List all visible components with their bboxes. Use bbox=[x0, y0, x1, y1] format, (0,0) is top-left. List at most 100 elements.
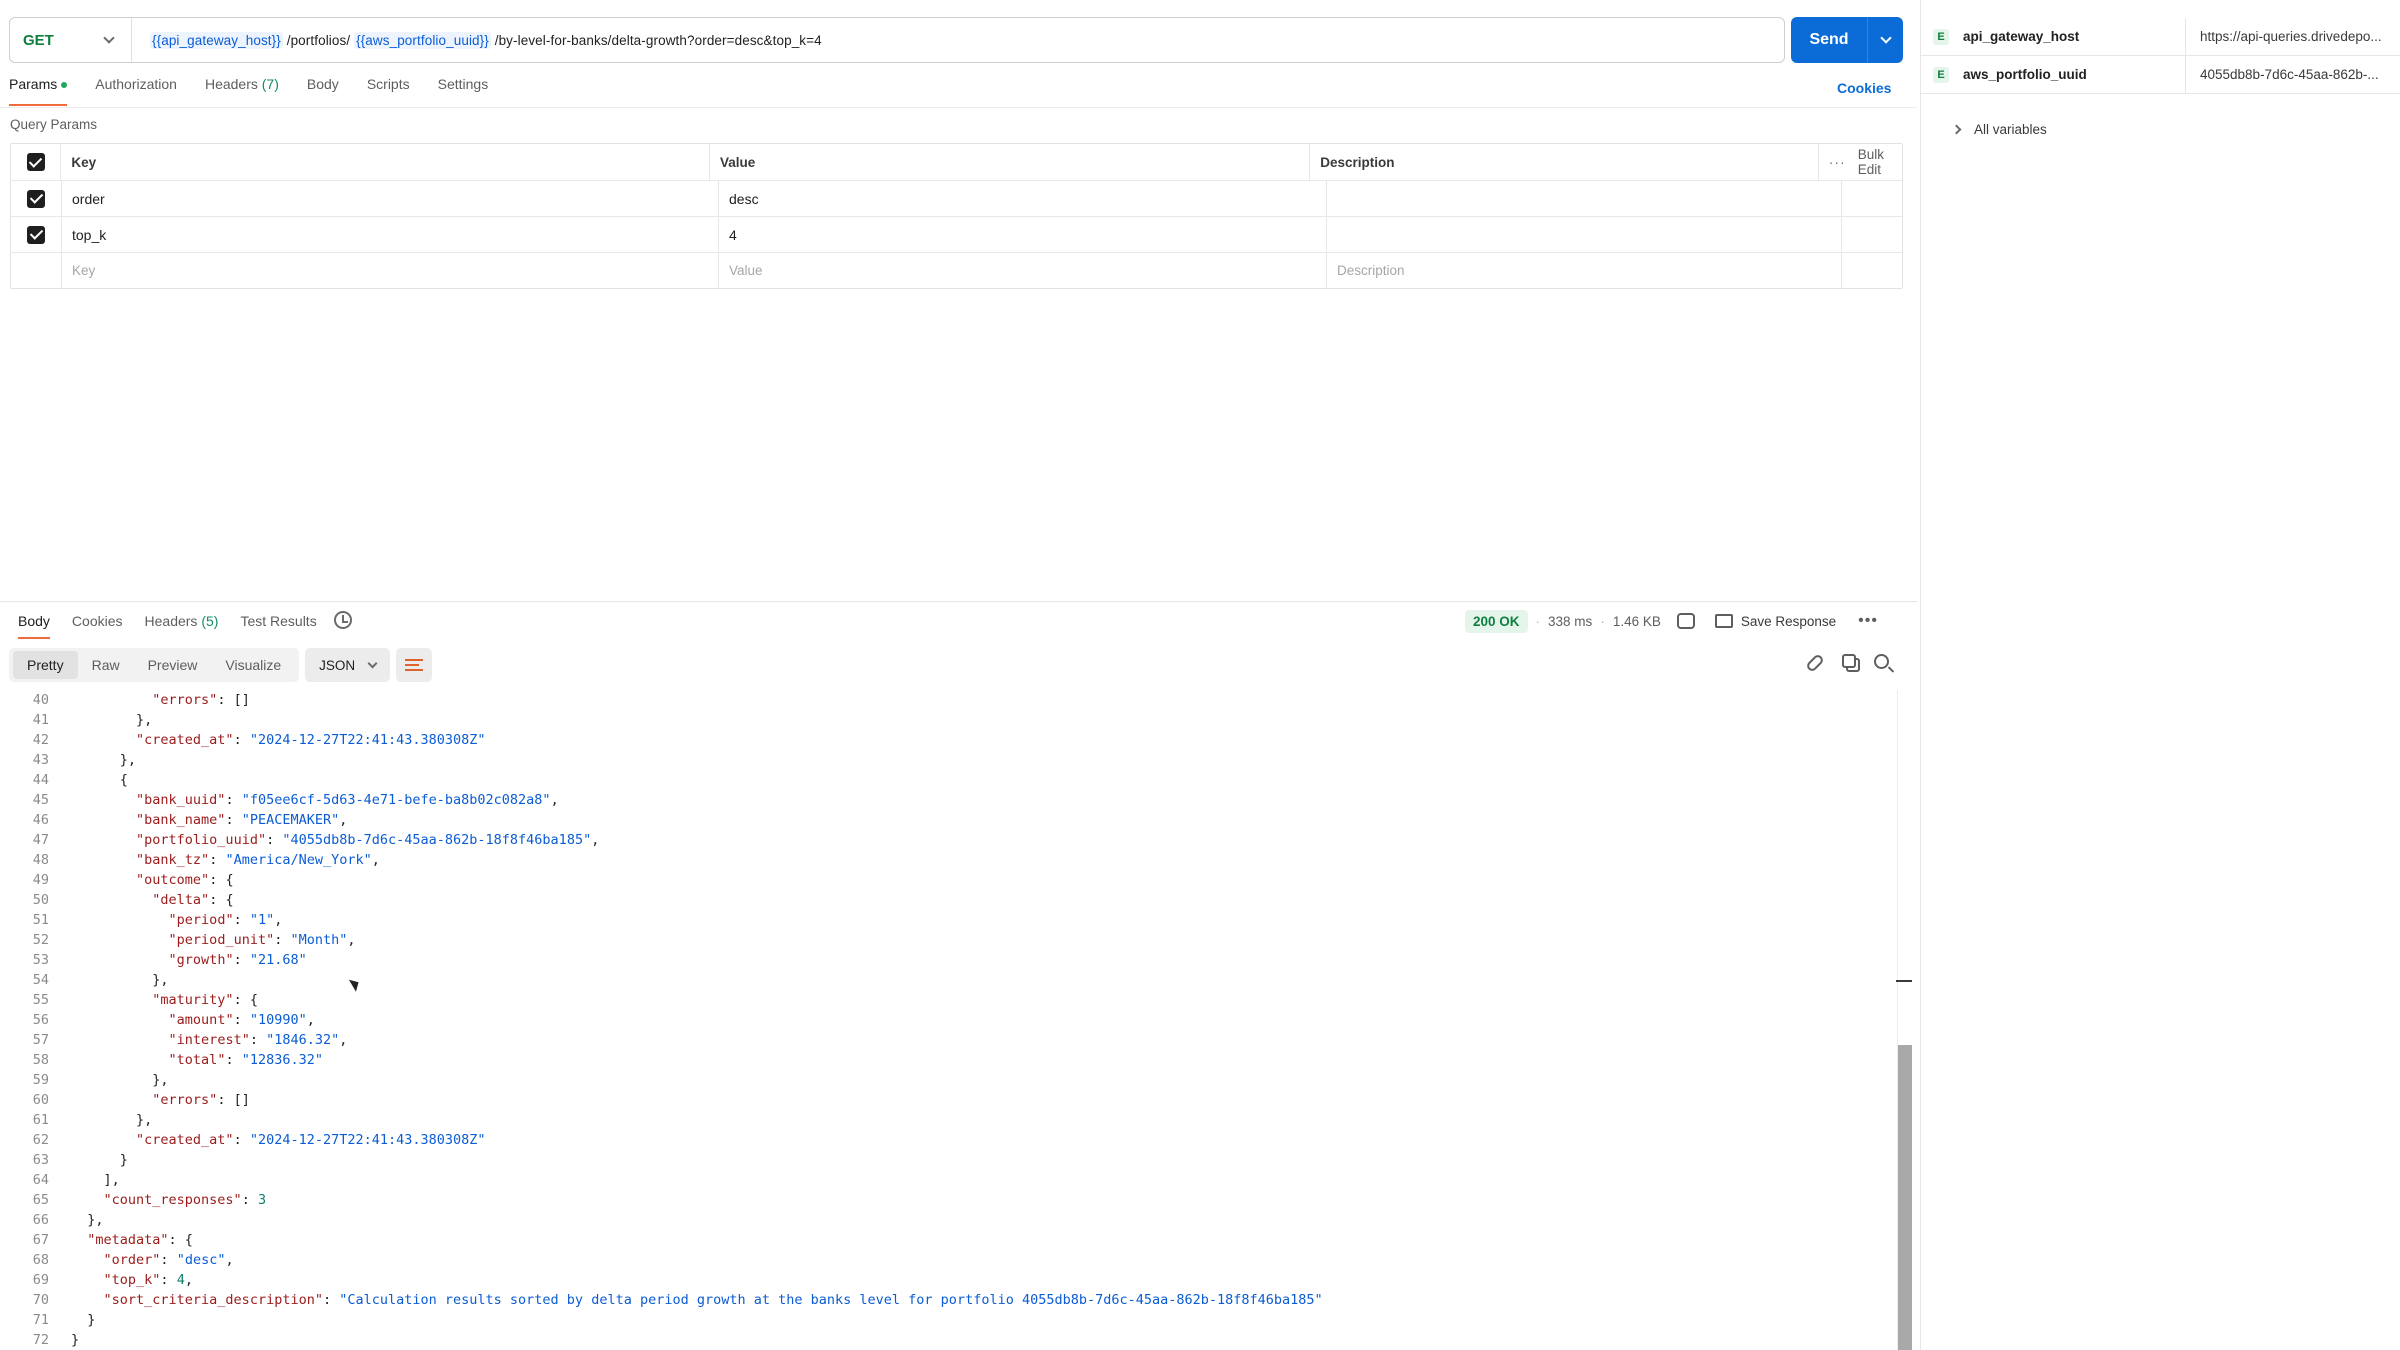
line-number: 49 bbox=[32, 872, 49, 888]
param-value[interactable]: 4 bbox=[718, 217, 1326, 252]
line-number: 62 bbox=[32, 1132, 49, 1148]
code-text: "amount": "10990", bbox=[168, 1012, 315, 1028]
tab-scripts[interactable]: Scripts bbox=[367, 76, 410, 106]
new-value-input[interactable]: Value bbox=[718, 253, 1326, 288]
mode-raw[interactable]: Raw bbox=[78, 651, 134, 679]
code-line: 64 ], bbox=[0, 1170, 1900, 1190]
tab-params[interactable]: Params bbox=[9, 76, 68, 106]
more-options-icon[interactable]: ••• bbox=[1858, 612, 1878, 630]
url-segment: /portfolios/ bbox=[282, 32, 355, 48]
response-tab-headers[interactable]: Headers (5) bbox=[145, 613, 219, 639]
line-number: 41 bbox=[32, 712, 49, 728]
response-status-bar: 200 OK · 338 ms · 1.46 KB Save Response … bbox=[1465, 609, 1878, 633]
code-text: }, bbox=[152, 1072, 169, 1088]
line-number: 46 bbox=[32, 812, 49, 828]
code-line: 71 } bbox=[0, 1310, 1900, 1330]
url-bar[interactable]: GET {{api_gateway_host}} /portfolios/ {{… bbox=[9, 17, 1785, 63]
line-number: 65 bbox=[32, 1192, 49, 1208]
code-text: "created_at": "2024-12-27T22:41:43.38030… bbox=[136, 732, 486, 748]
line-number: 72 bbox=[32, 1332, 49, 1348]
line-number: 57 bbox=[32, 1032, 49, 1048]
variable-row[interactable]: Eapi_gateway_host https://api-queries.dri… bbox=[1921, 18, 2400, 56]
scrollbar-thumb[interactable] bbox=[1898, 1045, 1912, 1350]
url-variable[interactable]: {{api_gateway_host}} bbox=[150, 31, 283, 49]
tab-headers[interactable]: Headers (7) bbox=[205, 76, 279, 106]
send-button[interactable]: Send bbox=[1791, 17, 1903, 63]
send-options-button[interactable] bbox=[1868, 32, 1903, 44]
response-tab-test-results[interactable]: Test Results bbox=[240, 613, 316, 639]
param-value[interactable]: desc bbox=[718, 181, 1326, 216]
mode-visualize[interactable]: Visualize bbox=[211, 651, 295, 679]
response-tabs: Body Cookies Headers (5) Test Results bbox=[18, 613, 339, 639]
search-icon[interactable] bbox=[1874, 654, 1889, 669]
link-icon[interactable] bbox=[1805, 653, 1825, 673]
code-line: 46 "bank_name": "PEACEMAKER", bbox=[0, 810, 1900, 830]
save-icon bbox=[1714, 614, 1733, 628]
history-icon[interactable] bbox=[334, 611, 352, 629]
code-text: "total": "12836.32" bbox=[168, 1052, 323, 1068]
code-line: 65 "count_responses": 3 bbox=[0, 1190, 1900, 1210]
code-line: 62 "created_at": "2024-12-27T22:41:43.38… bbox=[0, 1130, 1900, 1150]
mode-pretty[interactable]: Pretty bbox=[13, 651, 78, 679]
variable-row[interactable]: Eaws_portfolio_uuid 4055db8b-7d6c-45aa-86… bbox=[1921, 56, 2400, 94]
code-text: { bbox=[119, 772, 128, 788]
tab-body[interactable]: Body bbox=[307, 76, 339, 106]
code-text: } bbox=[71, 1332, 80, 1348]
variable-name: api_gateway_host bbox=[1949, 18, 2186, 55]
url-input[interactable]: {{api_gateway_host}} /portfolios/ {{aws_… bbox=[132, 31, 822, 49]
viewer-toolbar: Pretty Raw Preview Visualize JSON bbox=[9, 648, 433, 682]
bulk-edit-button[interactable]: ··· Bulk Edit bbox=[1817, 144, 1902, 180]
param-checkbox[interactable] bbox=[27, 189, 45, 208]
code-text: }, bbox=[87, 1212, 104, 1228]
code-text: "outcome": { bbox=[136, 872, 234, 888]
code-text: "delta": { bbox=[152, 892, 234, 908]
viewer-actions bbox=[1805, 653, 1889, 673]
response-tab-cookies[interactable]: Cookies bbox=[72, 613, 123, 639]
code-line: 69 "top_k": 4, bbox=[0, 1270, 1900, 1290]
new-key-input[interactable]: Key bbox=[61, 253, 718, 288]
line-number: 44 bbox=[32, 772, 49, 788]
format-select[interactable]: JSON bbox=[305, 648, 391, 682]
chevron-down-icon bbox=[367, 658, 378, 668]
copy-icon[interactable] bbox=[1842, 654, 1856, 668]
code-text: "top_k": 4, bbox=[103, 1272, 193, 1288]
code-line: 45 "bank_uuid": "f05ee6cf-5d63-4e71-befe… bbox=[0, 790, 1900, 810]
network-icon[interactable] bbox=[1676, 613, 1695, 629]
tab-authorization[interactable]: Authorization bbox=[95, 76, 177, 106]
param-key[interactable]: order bbox=[61, 181, 718, 216]
param-checkbox[interactable] bbox=[27, 225, 45, 244]
param-description[interactable] bbox=[1326, 217, 1841, 252]
new-description-input[interactable]: Description bbox=[1326, 253, 1841, 288]
line-number: 52 bbox=[32, 932, 49, 948]
save-response-button[interactable]: Save Response bbox=[1714, 614, 1836, 629]
wrap-lines-button[interactable] bbox=[396, 648, 433, 682]
code-line: 57 "interest": "1846.32", bbox=[0, 1030, 1900, 1050]
code-line: 56 "amount": "10990", bbox=[0, 1010, 1900, 1030]
mode-preview[interactable]: Preview bbox=[134, 651, 212, 679]
line-number: 58 bbox=[32, 1052, 49, 1068]
variable-value[interactable]: 4055db8b-7d6c-45aa-862b-... bbox=[2186, 67, 2396, 82]
code-line: 48 "bank_tz": "America/New_York", bbox=[0, 850, 1900, 870]
code-line: 61 }, bbox=[0, 1110, 1900, 1130]
code-line: 58 "total": "12836.32" bbox=[0, 1050, 1900, 1070]
code-line: 53 "growth": "21.68" bbox=[0, 950, 1900, 970]
method-select[interactable]: GET bbox=[10, 18, 132, 62]
variable-value[interactable]: https://api-queries.drivedepo... bbox=[2186, 29, 2396, 44]
line-number: 42 bbox=[32, 732, 49, 748]
code-line: 49 "outcome": { bbox=[0, 870, 1900, 890]
response-tab-body[interactable]: Body bbox=[18, 613, 50, 639]
query-params-title: Query Params bbox=[10, 117, 98, 132]
response-body[interactable]: 40 "errors": [] 41 }, 42 "created_at": "20… bbox=[0, 690, 1900, 1350]
column-value: Value bbox=[709, 144, 1309, 180]
line-number: 56 bbox=[32, 1012, 49, 1028]
select-all-checkbox[interactable] bbox=[26, 153, 45, 171]
code-text: "growth": "21.68" bbox=[168, 952, 307, 968]
cookies-link[interactable]: Cookies bbox=[1837, 80, 1891, 96]
tab-settings[interactable]: Settings bbox=[438, 76, 489, 106]
url-variable[interactable]: {{aws_portfolio_uuid}} bbox=[354, 31, 491, 49]
column-key: Key bbox=[60, 144, 709, 180]
param-key[interactable]: top_k bbox=[61, 217, 718, 252]
all-variables-toggle[interactable]: All variables bbox=[1951, 122, 2047, 137]
chevron-down-icon bbox=[103, 32, 115, 44]
param-description[interactable] bbox=[1326, 181, 1841, 216]
